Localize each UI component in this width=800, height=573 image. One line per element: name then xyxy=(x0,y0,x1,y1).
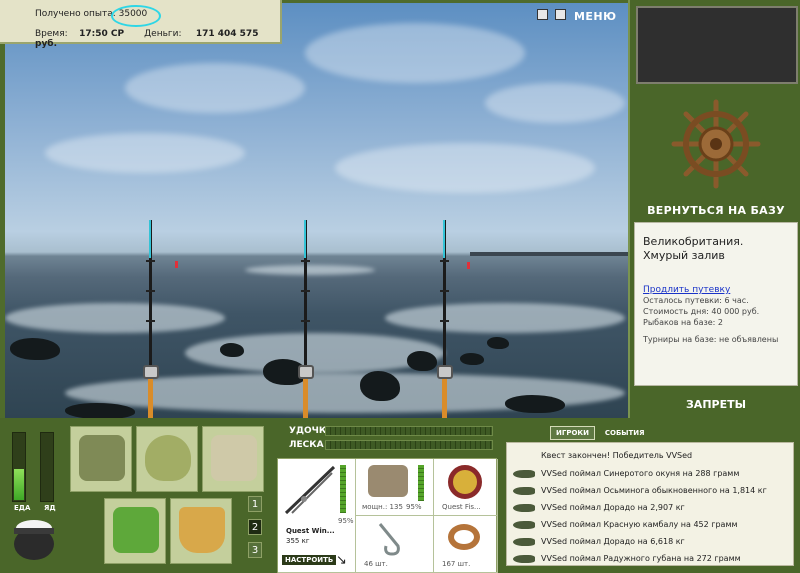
rod-slot[interactable]: 95% Quest Win... 355 кг НАСТРОИТЬ ↘ xyxy=(278,459,356,573)
fishing-rod-3[interactable] xyxy=(440,220,449,418)
line-label: ЛЕСКА xyxy=(289,440,324,450)
buoy xyxy=(467,262,470,269)
list-item: VVSed поймал Дорадо на 6,618 кг xyxy=(507,533,795,550)
poison-meter xyxy=(40,432,54,502)
rock xyxy=(505,395,565,413)
rock xyxy=(65,403,135,418)
food-basket-slot[interactable] xyxy=(104,498,166,564)
list-item: VVSed поймал Радужного губана на 272 гра… xyxy=(507,550,795,567)
quest-message: Квест закончен! Победитель VVSed xyxy=(541,451,693,460)
reel-power: мощн.: 135 xyxy=(362,503,403,511)
inventory-panel xyxy=(68,422,272,570)
exp-label: Получено опыта: xyxy=(35,9,116,19)
extend-trip-link[interactable]: Продлить путевку xyxy=(643,285,789,295)
worm-icon xyxy=(448,524,480,550)
cauldron-icon[interactable] xyxy=(10,514,58,564)
line-spool-icon xyxy=(448,465,482,499)
trip-left: Осталось путевки: 6 час. xyxy=(643,296,749,305)
fish-icon xyxy=(513,555,535,563)
gear-box: 95% Quest Win... 355 кг НАСТРОИТЬ ↘ мощн… xyxy=(277,458,498,573)
arrow-icon: ↘ xyxy=(336,553,347,568)
backpack-slot[interactable] xyxy=(70,426,132,492)
bucket-slot[interactable] xyxy=(170,498,232,564)
poison-label: ЯД xyxy=(44,504,56,512)
page-3-button[interactable]: 3 xyxy=(248,542,262,558)
bait-count: 167 шт. xyxy=(442,560,471,568)
bait-slot[interactable]: 167 шт. xyxy=(434,516,498,573)
tab-events[interactable]: СОБЫТИЯ xyxy=(600,427,650,439)
list-item: VVSed поймал Красную камбалу на 452 грам… xyxy=(507,516,795,533)
reel-icon xyxy=(298,365,314,379)
minimap-box xyxy=(636,6,798,84)
rock xyxy=(360,371,400,401)
fishers-count: Рыбаков на базе: 2 xyxy=(643,318,723,327)
top-controls: МЕНЮ xyxy=(537,9,621,23)
rod-name: Quest Win... xyxy=(286,527,335,535)
sound-icon[interactable] xyxy=(555,9,567,20)
reel-percent: 95% xyxy=(406,503,422,511)
fishing-rod-1[interactable] xyxy=(146,220,155,418)
tools-slot[interactable] xyxy=(202,426,264,492)
inventory-pager: 1 2 3 xyxy=(248,496,262,565)
rock xyxy=(407,351,437,371)
line-name: Quest Fis... xyxy=(442,503,481,511)
reel-icon xyxy=(368,465,408,497)
list-item: VVSed поймал Дорадо на 2,907 кг xyxy=(507,499,795,516)
buoy xyxy=(175,261,178,268)
fish-icon xyxy=(513,521,535,529)
location-title: Великобритания. Хмурый залив xyxy=(643,235,744,262)
menu-button[interactable]: МЕНЮ xyxy=(574,10,617,23)
exp-value: 35000 xyxy=(110,5,161,27)
line-slot[interactable]: Quest Fis... xyxy=(434,459,498,516)
rod-weight: 355 кг xyxy=(286,537,310,545)
rock xyxy=(487,337,509,349)
hook-slot[interactable]: 46 шт. xyxy=(356,516,434,573)
fish-icon xyxy=(513,487,535,495)
events-list: Квест закончен! Победитель VVSed VVSed п… xyxy=(506,442,794,566)
bottom-panel: ЕДА ЯД 1 2 3 УДОЧКА ЛЕСКА 95% Quest Win.… xyxy=(0,418,800,573)
status-panel: Получено опыта: 35000 Время: 17:50 СР Де… xyxy=(0,0,282,49)
list-item: VVSed поймал Синеротого окуня на 288 гра… xyxy=(507,465,795,482)
rod-durability-bar xyxy=(325,426,493,436)
reel-slot[interactable]: мощн.: 135 95% xyxy=(356,459,434,516)
fish-icon xyxy=(513,470,535,478)
location-info: Великобритания. Хмурый залив Продлить пу… xyxy=(634,222,798,386)
page-2-button[interactable]: 2 xyxy=(248,519,262,535)
return-to-base-button[interactable]: ВЕРНУТЬСЯ НА БАЗУ xyxy=(630,204,800,217)
fish-icon xyxy=(513,538,535,546)
food-meter xyxy=(12,432,26,502)
hook-icon xyxy=(378,523,400,556)
line-tension-bar xyxy=(325,440,493,450)
bait-bag-slot[interactable] xyxy=(136,426,198,492)
bans-button[interactable]: ЗАПРЕТЫ xyxy=(630,398,800,411)
fishing-rod-2[interactable] xyxy=(301,220,310,418)
time-value: 17:50 СР xyxy=(79,29,125,39)
food-label: ЕДА xyxy=(14,504,31,512)
rock xyxy=(220,343,244,357)
money-label: Деньги: xyxy=(144,29,182,39)
tournaments-status: Турниры на базе: не объявлены xyxy=(643,335,779,344)
setup-button[interactable]: НАСТРОИТЬ xyxy=(282,555,337,565)
fishing-scene[interactable] xyxy=(5,3,628,418)
pause-icon[interactable] xyxy=(537,9,548,20)
reel-icon xyxy=(143,365,159,379)
list-item: VVSed поймал Осьминога обыкновенного на … xyxy=(507,482,795,499)
reel-icon xyxy=(437,365,453,379)
rod-icon xyxy=(284,465,336,515)
ship-wheel-icon[interactable] xyxy=(668,96,764,192)
rock xyxy=(10,338,60,360)
right-sidebar: ВЕРНУТЬСЯ НА БАЗУ Великобритания. Хмурый… xyxy=(628,0,800,418)
rock xyxy=(460,353,484,365)
tab-players[interactable]: ИГРОКИ xyxy=(550,426,595,440)
pier xyxy=(470,252,628,256)
time-label: Время: xyxy=(35,29,68,39)
events-panel: ИГРОКИ СОБЫТИЯ Квест закончен! Победител… xyxy=(502,422,798,570)
day-cost: Стоимость дня: 40 000 руб. xyxy=(643,307,760,316)
rod-percent: 95% xyxy=(338,517,354,525)
fish-icon xyxy=(513,504,535,512)
hook-count: 46 шт. xyxy=(364,560,388,568)
page-1-button[interactable]: 1 xyxy=(248,496,262,512)
tackle-panel: УДОЧКА ЛЕСКА 95% Quest Win... 355 кг НАС… xyxy=(277,422,498,573)
